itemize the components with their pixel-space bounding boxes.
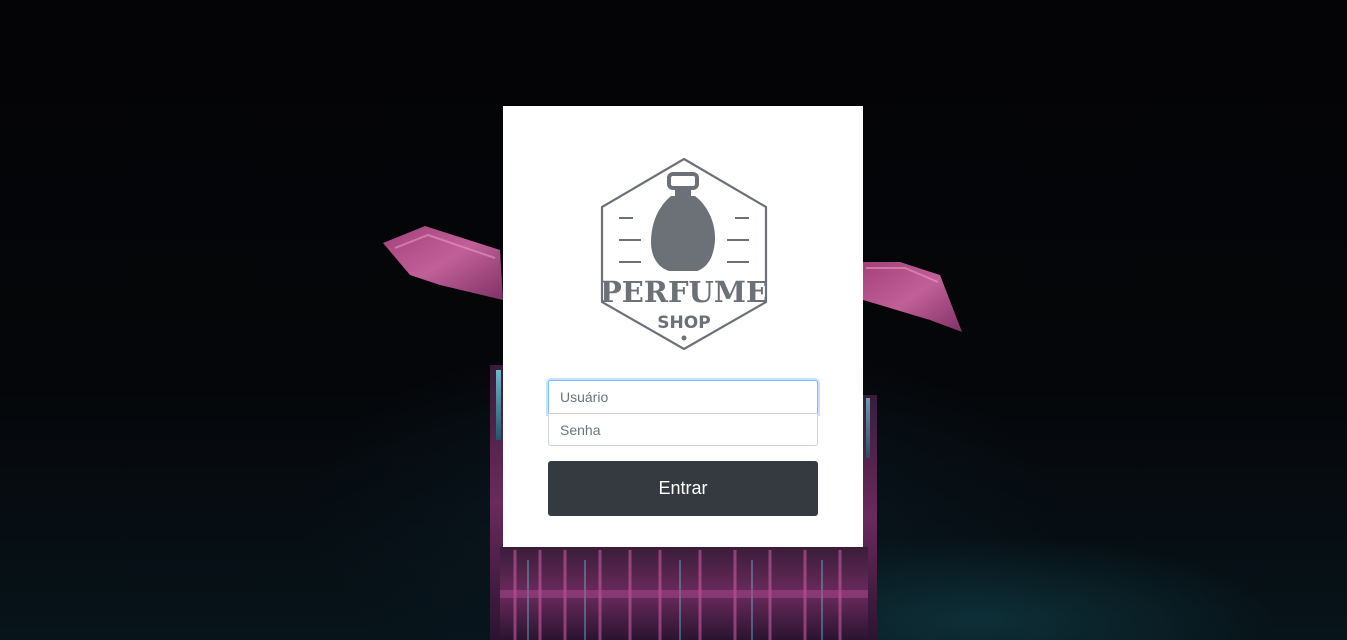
brand-line2: SHOP <box>657 313 710 333</box>
login-card: PERFUME SHOP Entrar <box>503 106 863 547</box>
dot-icon <box>681 335 687 341</box>
perfume-shop-logo: PERFUME SHOP <box>599 156 769 352</box>
password-input[interactable] <box>548 413 818 446</box>
username-input[interactable] <box>548 380 818 414</box>
perfume-bottle-icon <box>651 172 716 271</box>
brand-line1: PERFUME <box>600 275 768 309</box>
login-button[interactable]: Entrar <box>548 461 818 516</box>
